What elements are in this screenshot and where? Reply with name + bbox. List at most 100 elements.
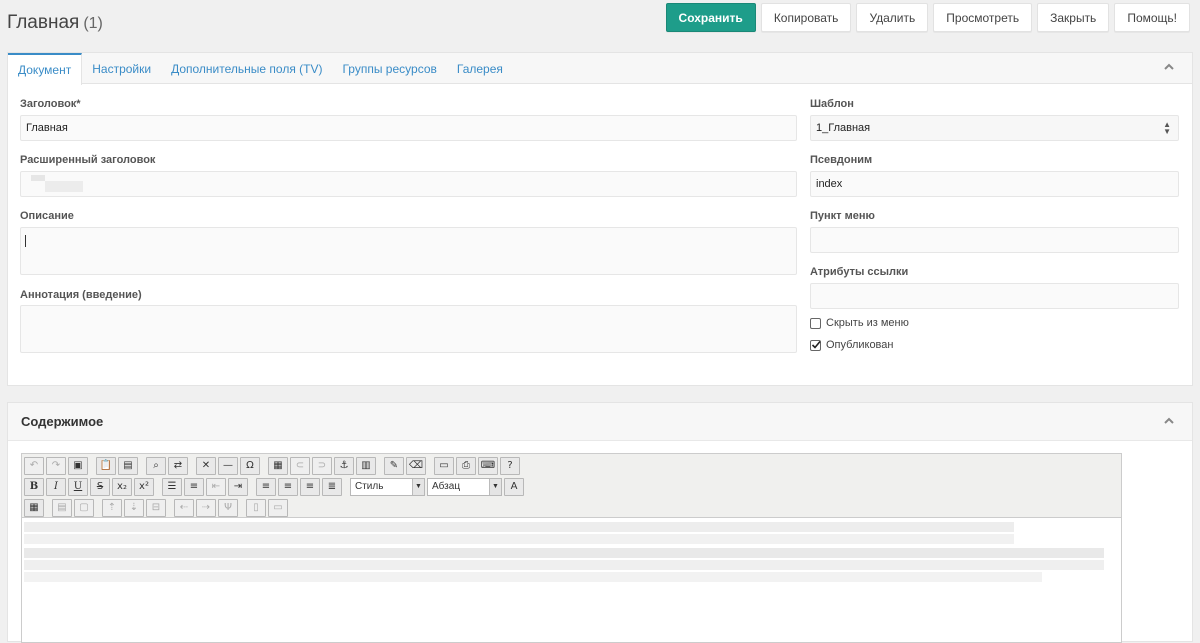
spellcheck-icon[interactable]: A: [504, 478, 524, 496]
style-select[interactable]: Стиль ▼: [350, 478, 425, 496]
page-title: Главная (1): [7, 12, 103, 34]
hr-icon[interactable]: —: [218, 457, 238, 475]
published-checkbox[interactable]: [810, 339, 821, 351]
template-select[interactable]: 1_Главная ▲ ▼: [810, 115, 1179, 141]
link-icon[interactable]: ⊂: [290, 457, 310, 475]
numbered-list-icon[interactable]: ≡: [184, 478, 204, 496]
template-icon[interactable]: ▭: [434, 457, 454, 475]
omega-icon[interactable]: Ω: [240, 457, 260, 475]
document-panel: Документ Настройки Дополнительные поля (…: [7, 52, 1193, 386]
longtitle-label: Расширенный заголовок: [20, 154, 156, 166]
tab-tv-fields[interactable]: Дополнительные поля (TV): [161, 53, 332, 84]
replace-icon[interactable]: ⇄: [168, 457, 188, 475]
undo-icon[interactable]: ↶: [24, 457, 44, 475]
link-attributes-label: Атрибуты ссылки: [810, 266, 909, 278]
description-label: Описание: [20, 210, 74, 222]
select-arrows-icon: ▲ ▼: [1163, 120, 1171, 136]
format-select-value: Абзац: [432, 481, 461, 492]
title-input[interactable]: Главная: [20, 115, 797, 141]
eraser-icon[interactable]: ⌫: [406, 457, 426, 475]
tab-resource-groups[interactable]: Группы ресурсов: [332, 53, 446, 84]
published-row[interactable]: Опубликован: [810, 339, 893, 351]
copy-button[interactable]: Копировать: [760, 3, 852, 32]
hide-menu-checkbox[interactable]: [810, 317, 821, 329]
chevron-up-icon[interactable]: [1162, 415, 1176, 429]
link-attributes-input[interactable]: [810, 283, 1179, 309]
unlink-icon[interactable]: ⊃: [312, 457, 332, 475]
indent-icon[interactable]: ⇥: [228, 478, 248, 496]
paste-text-icon[interactable]: ▤: [118, 457, 138, 475]
save-button[interactable]: Сохранить: [665, 3, 756, 32]
title-label: Заголовок*: [20, 98, 81, 110]
align-justify-icon[interactable]: ≣: [322, 478, 342, 496]
image-icon[interactable]: ▦: [268, 457, 288, 475]
col-after-icon[interactable]: ⇢: [196, 499, 216, 517]
editor-content-area[interactable]: [22, 518, 1121, 642]
strikethrough-icon[interactable]: S: [90, 478, 110, 496]
col-before-icon[interactable]: ⇠: [174, 499, 194, 517]
bold-icon[interactable]: B: [24, 478, 44, 496]
document-tabs: Документ Настройки Дополнительные поля (…: [8, 53, 1192, 85]
content-panel-header: Содержимое: [8, 403, 1192, 441]
chevron-up-icon[interactable]: [1162, 61, 1176, 75]
paste-icon[interactable]: 📋: [96, 457, 116, 475]
row-props-icon[interactable]: ▤: [52, 499, 72, 517]
published-label: Опубликован: [826, 339, 894, 351]
html-icon[interactable]: ⌨: [478, 457, 498, 475]
delete-col-icon[interactable]: Ψ: [218, 499, 238, 517]
rich-text-editor: ↶ ↷ ▣ 📋 ▤ ⌕ ⇄ ✕ — Ω ▦ ⊂ ⊃ ⚓ ▥ ✎ ⌫ ▭ ⎙ ⌨ …: [21, 453, 1122, 643]
anchor-icon[interactable]: ⚓: [334, 457, 354, 475]
alias-label: Псевдоним: [810, 154, 873, 166]
print-icon[interactable]: ⎙: [456, 457, 476, 475]
pencil-icon[interactable]: ✎: [384, 457, 404, 475]
close-button[interactable]: Закрыть: [1037, 3, 1110, 32]
page-title-count: (1): [83, 15, 103, 32]
tab-settings[interactable]: Настройки: [82, 53, 161, 84]
delete-row-icon[interactable]: ⊟: [146, 499, 166, 517]
checkmark-icon: [811, 340, 821, 349]
redo-icon[interactable]: ↷: [46, 457, 66, 475]
italic-icon[interactable]: I: [46, 478, 66, 496]
tab-gallery[interactable]: Галерея: [447, 53, 513, 84]
menutitle-label: Пункт меню: [810, 210, 875, 222]
content-panel: Содержимое ↶ ↷ ▣ 📋 ▤ ⌕ ⇄ ✕ — Ω ▦ ⊂ ⊃ ⚓ ▥…: [7, 402, 1193, 643]
split-cells-icon[interactable]: ▯: [246, 499, 266, 517]
menutitle-input[interactable]: [810, 227, 1179, 253]
align-right-icon[interactable]: ≡: [300, 478, 320, 496]
cell-props-icon[interactable]: ▢: [74, 499, 94, 517]
delete-button[interactable]: Удалить: [856, 3, 929, 32]
introtext-label: Аннотация (введение): [20, 289, 142, 301]
merge-cells-icon[interactable]: ▭: [268, 499, 288, 517]
find-icon[interactable]: ⌕: [146, 457, 166, 475]
table-icon[interactable]: ▦: [24, 499, 44, 517]
hide-menu-row[interactable]: Скрыть из меню: [810, 317, 909, 329]
outdent-icon[interactable]: ⇤: [206, 478, 226, 496]
row-before-icon[interactable]: ⇡: [102, 499, 122, 517]
subscript-icon[interactable]: x₂: [112, 478, 132, 496]
align-left-icon[interactable]: ≡: [256, 478, 276, 496]
description-textarea[interactable]: [20, 227, 797, 275]
introtext-textarea[interactable]: [20, 305, 797, 353]
superscript-icon[interactable]: x²: [134, 478, 154, 496]
align-center-icon[interactable]: ≡: [278, 478, 298, 496]
hide-menu-label: Скрыть из меню: [826, 317, 909, 329]
select-all-icon[interactable]: ▣: [68, 457, 88, 475]
style-select-value: Стиль: [355, 481, 384, 492]
row-after-icon[interactable]: ⇣: [124, 499, 144, 517]
alias-input[interactable]: index: [810, 171, 1179, 197]
action-toolbar: Сохранить Копировать Удалить Просмотреть…: [665, 3, 1190, 32]
help-icon[interactable]: ?: [500, 457, 520, 475]
template-label: Шаблон: [810, 98, 854, 110]
dropdown-arrow-icon: ▼: [489, 479, 501, 495]
longtitle-input[interactable]: [20, 171, 797, 197]
media-icon[interactable]: ▥: [356, 457, 376, 475]
help-button[interactable]: Помощь!: [1114, 3, 1190, 32]
clean-icon[interactable]: ✕: [196, 457, 216, 475]
underline-icon[interactable]: U: [68, 478, 88, 496]
template-select-value: 1_Главная: [816, 122, 871, 134]
page-title-text: Главная: [7, 12, 80, 33]
view-button[interactable]: Просмотреть: [933, 3, 1033, 32]
bullet-list-icon[interactable]: ☰: [162, 478, 182, 496]
format-select[interactable]: Абзац ▼: [427, 478, 502, 496]
tab-document[interactable]: Документ: [8, 53, 83, 85]
